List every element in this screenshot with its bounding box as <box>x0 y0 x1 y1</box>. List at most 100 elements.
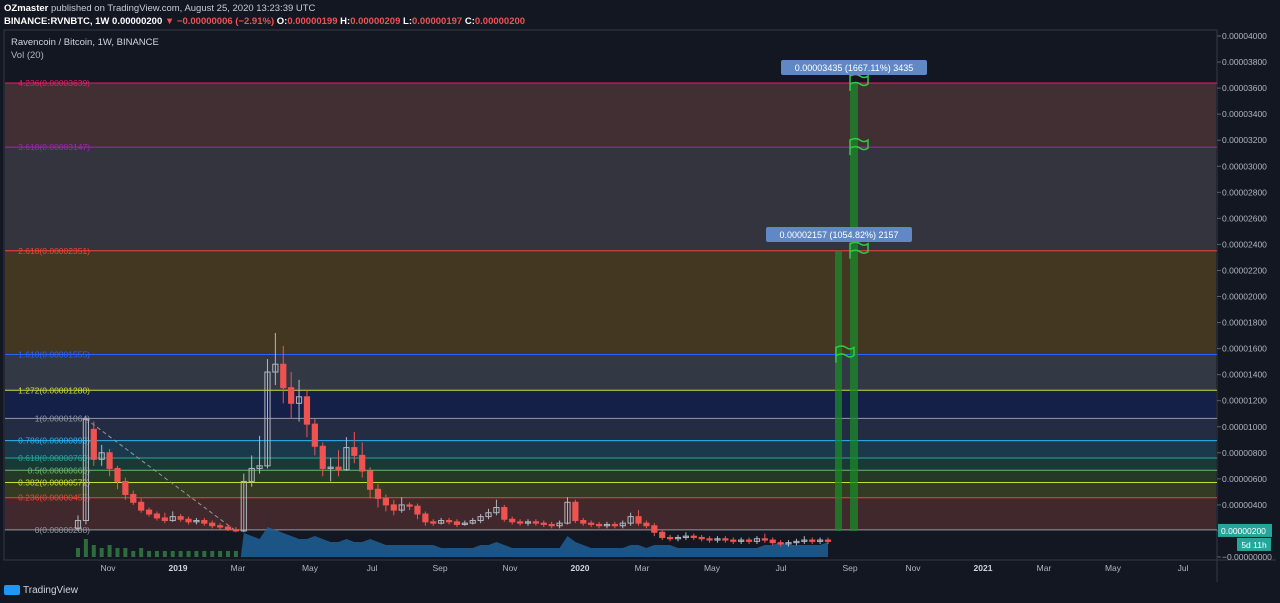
volume-bar <box>210 551 215 557</box>
price-chart[interactable]: 4.236(0.00003639) 3.618(0.00003147) 2.618(… <box>0 0 1280 603</box>
candle-body[interactable] <box>201 520 208 524</box>
footer-brand: TradingView <box>23 585 79 596</box>
candle-body[interactable] <box>224 526 232 531</box>
candle-body[interactable] <box>690 535 697 538</box>
x-tick-label: Mar <box>1037 563 1052 573</box>
candle-body[interactable] <box>280 363 287 389</box>
fib-level-label: 1.272(0.00001280) <box>18 385 90 395</box>
candle-body[interactable] <box>698 536 705 540</box>
fib-level-label: 0.618(0.00000760) <box>18 453 90 463</box>
candle-body[interactable] <box>359 454 366 472</box>
x-tick-label: Jul <box>1178 563 1189 573</box>
fib-level-label: 1(0.00001064) <box>35 413 90 423</box>
x-tick-label: Nov <box>502 563 518 573</box>
candle-body[interactable] <box>722 538 729 541</box>
y-tick-label: 0.00003200 <box>1222 135 1267 145</box>
candle-body[interactable] <box>311 423 318 447</box>
candle-body[interactable] <box>390 504 397 511</box>
y-tick-label: 0.00001000 <box>1222 422 1267 432</box>
candle-body[interactable] <box>177 516 184 520</box>
candle-body[interactable] <box>635 516 642 524</box>
candle-body[interactable] <box>406 504 413 507</box>
candle-body[interactable] <box>588 522 595 525</box>
y-tick-label: 0.00001800 <box>1222 318 1267 328</box>
x-tick-label: May <box>704 563 721 573</box>
candle-body[interactable] <box>824 539 832 542</box>
candle-body[interactable] <box>580 520 587 524</box>
candle-body[interactable] <box>453 521 461 525</box>
candle-body[interactable] <box>114 467 121 482</box>
candle-body[interactable] <box>303 396 311 425</box>
bar-countdown: 5d 11h <box>1241 540 1267 550</box>
x-tick-label: Sep <box>432 563 447 573</box>
candle-body[interactable] <box>382 497 389 506</box>
candle-body[interactable] <box>232 529 239 532</box>
candle-body[interactable] <box>777 542 784 545</box>
candle-body[interactable] <box>501 507 508 520</box>
fib-zone <box>5 497 1216 530</box>
candle-body[interactable] <box>745 539 753 542</box>
candle-body[interactable] <box>667 536 674 540</box>
candle-body[interactable] <box>130 493 137 503</box>
y-tick-label: −0.00000000 <box>1222 552 1272 562</box>
candle-body[interactable] <box>209 522 216 527</box>
candle-body[interactable] <box>509 518 516 523</box>
candle-body[interactable] <box>122 480 129 495</box>
candle-body[interactable] <box>730 539 737 542</box>
fib-zone <box>5 458 1216 471</box>
candle-body[interactable] <box>611 523 618 527</box>
fib-zone <box>5 470 1216 483</box>
candle-body[interactable] <box>153 513 161 519</box>
candle-body[interactable] <box>517 521 524 524</box>
candle-body[interactable] <box>106 452 113 469</box>
candle-body[interactable] <box>548 523 555 527</box>
candle-body[interactable] <box>532 521 539 524</box>
candle-body[interactable] <box>595 523 603 527</box>
candle-body[interactable] <box>335 466 342 471</box>
y-tick-label: 0.00000800 <box>1222 448 1267 458</box>
candle-body[interactable] <box>572 501 579 522</box>
candle-body[interactable] <box>706 538 713 541</box>
candle-body[interactable] <box>769 539 776 544</box>
candle-body[interactable] <box>445 520 453 523</box>
projection-bar[interactable] <box>835 250 842 531</box>
x-tick-label: Jul <box>367 563 378 573</box>
candle-body[interactable] <box>643 522 650 527</box>
candle-body[interactable] <box>367 470 374 490</box>
candle-body[interactable] <box>809 539 816 542</box>
candle-body[interactable] <box>430 521 437 524</box>
candle-body[interactable] <box>651 525 658 533</box>
candle-body[interactable] <box>185 518 192 523</box>
fib-level-label: 0(0.00000208) <box>35 525 90 535</box>
target-label-text: 0.00003435 (1667.11%) 3435 <box>795 63 913 73</box>
candle-body[interactable] <box>761 538 768 541</box>
candle-body[interactable] <box>351 447 358 456</box>
candle-body[interactable] <box>374 488 382 499</box>
candle-body[interactable] <box>414 505 421 515</box>
volume-bar <box>202 551 207 557</box>
chart-title[interactable]: Ravencoin / Bitcoin, 1W, BINANCE <box>11 37 159 48</box>
tradingview-logo-icon <box>4 585 20 596</box>
volume-bar <box>170 551 175 557</box>
candle-body[interactable] <box>422 513 429 523</box>
candle-body[interactable] <box>288 387 295 404</box>
candle-body[interactable] <box>319 445 326 469</box>
tradingview-footer[interactable]: TradingView <box>4 585 78 596</box>
candle-body[interactable] <box>161 517 168 522</box>
volume-indicator-title[interactable]: Vol (20) <box>11 50 44 61</box>
fib-level-label: 0.5(0.00000666) <box>28 465 91 475</box>
candle-body[interactable] <box>90 428 97 460</box>
candle-body[interactable] <box>217 525 224 528</box>
candle-body[interactable] <box>145 509 153 515</box>
candle-body[interactable] <box>659 531 666 538</box>
x-tick-label: May <box>1105 563 1122 573</box>
volume-bar <box>131 551 136 557</box>
x-tick-label: Sep <box>842 563 857 573</box>
candle-body[interactable] <box>540 522 547 525</box>
x-tick-label: Jul <box>776 563 787 573</box>
candle-body[interactable] <box>138 501 145 511</box>
projection-bar[interactable] <box>850 83 858 531</box>
volume-bar <box>115 548 120 557</box>
fib-level-label: 0.382(0.00000572) <box>18 477 90 487</box>
fib-level-label: 2.618(0.00002351) <box>18 246 90 256</box>
